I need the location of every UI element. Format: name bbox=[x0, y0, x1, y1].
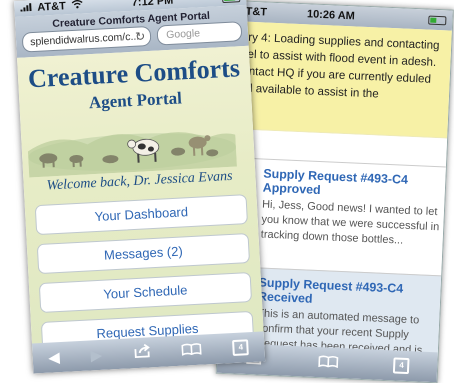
messages-button[interactable]: Messages (2) bbox=[36, 233, 251, 275]
dashboard-button[interactable]: Your Dashboard bbox=[34, 194, 248, 236]
battery-icon bbox=[428, 15, 447, 25]
carrier-label: AT&T bbox=[37, 0, 67, 14]
schedule-button[interactable]: Your Schedule bbox=[38, 271, 253, 314]
bookmarks-icon[interactable] bbox=[318, 354, 339, 372]
message-preview: Hi, Jess, Good news! I wanted to let you… bbox=[260, 198, 440, 247]
tabs-icon[interactable]: 4 bbox=[232, 339, 250, 357]
forward-arrow-icon[interactable]: ▶ bbox=[90, 346, 102, 365]
back-arrow-icon[interactable]: ◀ bbox=[48, 348, 60, 367]
status-time: 10:26 AM bbox=[306, 8, 356, 23]
tabs-icon[interactable]: 4 bbox=[393, 357, 410, 375]
portal-page: Creature Comforts Agent Portal Welcome b… bbox=[16, 45, 265, 358]
wifi-icon bbox=[71, 0, 84, 12]
url-text: splendidwalrus.com/c... bbox=[29, 30, 140, 49]
message-title[interactable]: Supply Request #493-C4 Approved bbox=[263, 167, 442, 203]
farm-scene-illustration bbox=[26, 110, 249, 178]
front-phone-screen: AT&T 7:12 PM Creature Comforts Agent Por… bbox=[14, 0, 266, 374]
status-time: 7:12 PM bbox=[131, 0, 174, 9]
bookmarks-icon[interactable] bbox=[181, 341, 203, 359]
share-icon[interactable] bbox=[133, 343, 152, 362]
message-title[interactable]: Supply Request #493-C4 Received bbox=[258, 275, 437, 311]
battery-icon bbox=[221, 0, 241, 3]
reload-icon[interactable]: ↻ bbox=[135, 27, 146, 46]
search-input[interactable]: Google bbox=[156, 21, 243, 46]
portal-menu: Your Dashboard Messages (2) Your Schedul… bbox=[34, 194, 255, 352]
signal-icon bbox=[20, 2, 33, 15]
announcement-banner: uary 4: Loading supplies and contacting … bbox=[227, 21, 452, 139]
